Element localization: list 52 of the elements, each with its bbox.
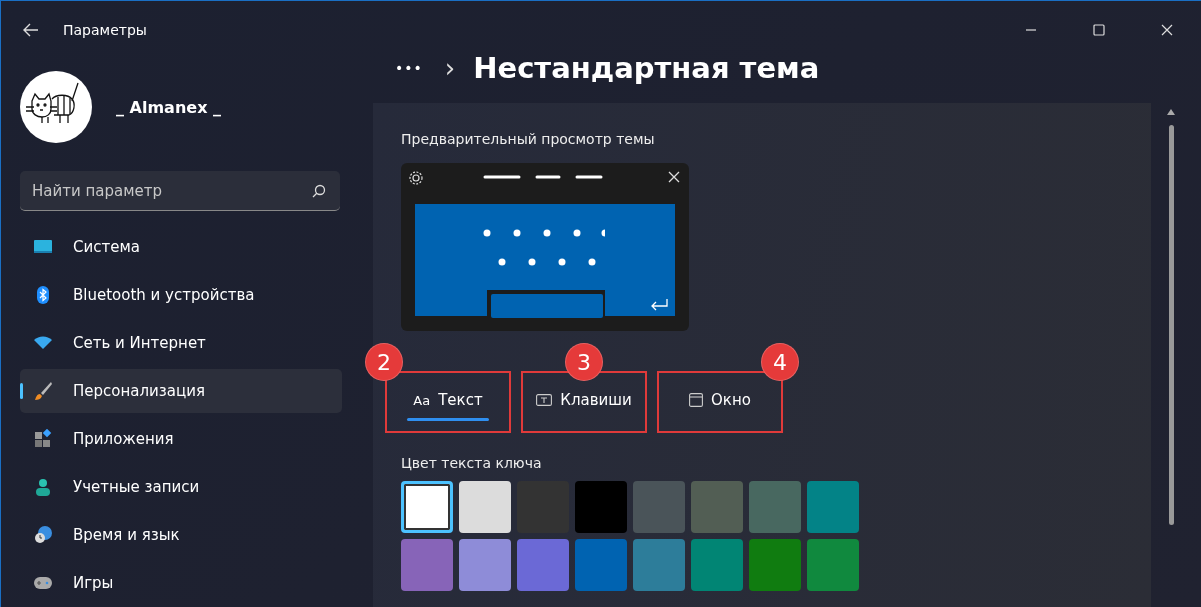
apps-icon: [33, 429, 53, 449]
tab[interactable]: Aa Текст: [385, 371, 511, 433]
close-icon[interactable]: [1161, 24, 1173, 36]
scroll-up-icon[interactable]: [1167, 109, 1175, 115]
more-button[interactable]: •••: [395, 60, 423, 76]
color-swatch[interactable]: [575, 539, 627, 591]
keyboard-key-icon: [536, 394, 553, 406]
gamepad-icon: [33, 576, 53, 590]
window-icon: [689, 393, 704, 407]
person-icon: [33, 477, 53, 497]
monitor-icon: [33, 238, 53, 256]
tab[interactable]: Клавиши: [521, 371, 647, 433]
sidebar-item[interactable]: Bluetooth и устройства: [20, 273, 342, 317]
number-badge: 4: [761, 343, 799, 381]
sidebar-item[interactable]: Время и язык: [20, 513, 342, 557]
sidebar-item[interactable]: Игры: [20, 561, 342, 605]
user-name: _ Almanex _: [116, 97, 222, 117]
color-swatch[interactable]: [691, 539, 743, 591]
section-label: Предварительный просмотр темы: [401, 131, 656, 147]
sidebar-item[interactable]: Приложения: [20, 417, 342, 461]
cat-avatar-icon: [20, 71, 92, 143]
color-swatch[interactable]: [749, 539, 801, 591]
color-swatch[interactable]: [633, 481, 685, 533]
color-swatch[interactable]: [459, 539, 511, 591]
color-swatch[interactable]: [807, 539, 859, 591]
breadcrumb-separator: ›: [444, 53, 456, 83]
sidebar-item[interactable]: Система: [20, 225, 342, 269]
tab[interactable]: Окно: [657, 371, 783, 433]
color-swatch[interactable]: [401, 539, 453, 591]
section-label: Цвет текста ключа: [401, 455, 543, 471]
sidebar-item[interactable]: Персонализация: [20, 369, 342, 413]
color-swatch[interactable]: [401, 481, 453, 533]
color-swatch[interactable]: [517, 539, 569, 591]
number-badge: 3: [565, 343, 603, 381]
search-field[interactable]: Найти параметр: [20, 171, 340, 211]
color-swatch[interactable]: [807, 481, 859, 533]
color-swatch[interactable]: [691, 481, 743, 533]
window-title: Параметры: [63, 22, 147, 38]
sidebar-item[interactable]: Учетные записи: [20, 465, 342, 509]
brush-icon: [33, 381, 53, 401]
search-icon[interactable]: [312, 184, 326, 198]
color-swatch[interactable]: [749, 481, 801, 533]
sidebar-item[interactable]: Сеть и Интернет: [20, 321, 342, 365]
clock-globe-icon: [33, 525, 53, 545]
page-title: Нестандартная тема: [473, 51, 820, 85]
maximize-icon[interactable]: [1093, 24, 1105, 36]
color-swatch[interactable]: [633, 539, 685, 591]
wifi-icon: [33, 335, 53, 351]
color-swatch[interactable]: [459, 481, 511, 533]
number-badge: 2: [365, 343, 403, 381]
back-arrow-icon[interactable]: [23, 23, 39, 37]
color-swatch[interactable]: [575, 481, 627, 533]
